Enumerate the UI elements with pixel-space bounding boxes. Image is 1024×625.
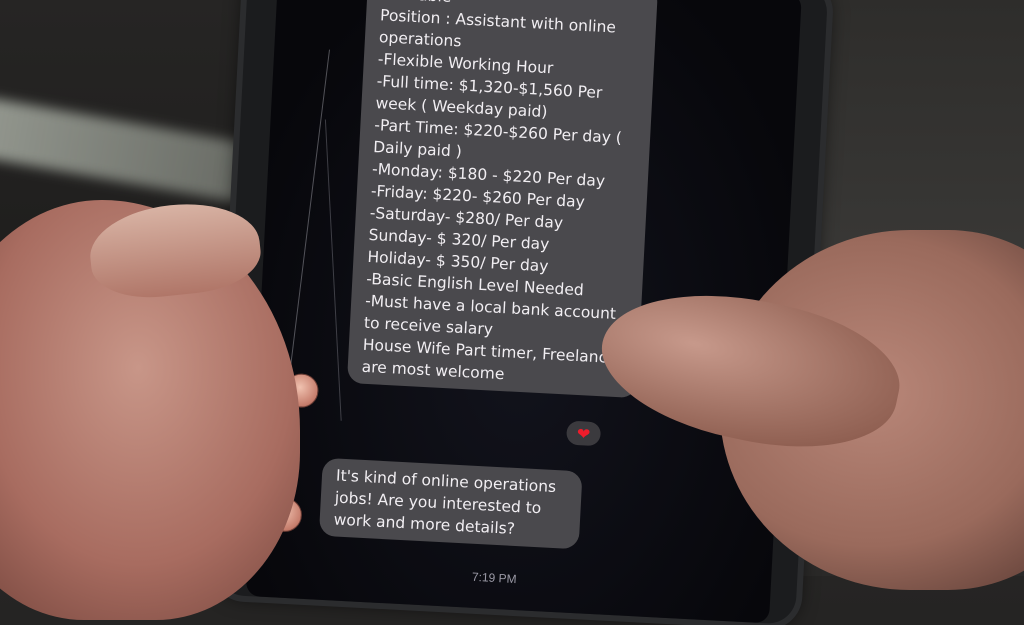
- heart-reaction[interactable]: ❤: [565, 420, 602, 447]
- message-bubble[interactable]: It's kind of online operations jobs! Are…: [318, 457, 583, 550]
- heart-icon: ❤: [576, 423, 591, 444]
- message-timestamp: 7:19 PM: [471, 569, 517, 587]
